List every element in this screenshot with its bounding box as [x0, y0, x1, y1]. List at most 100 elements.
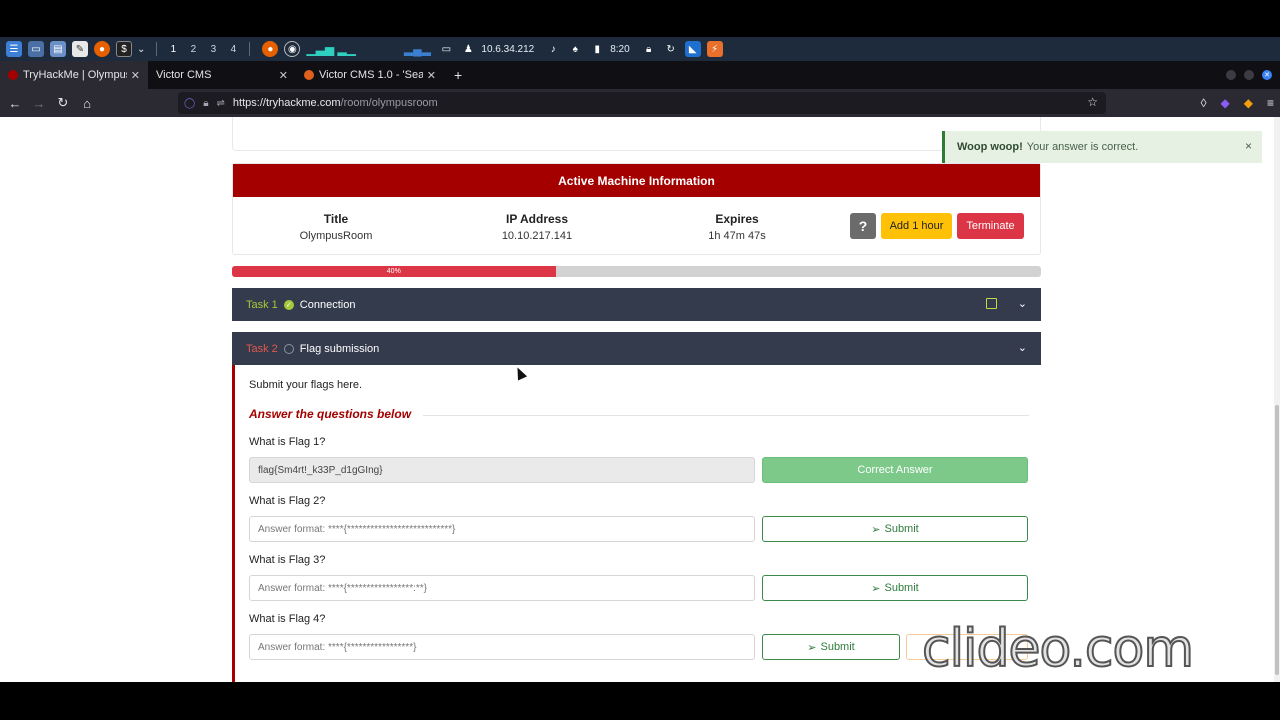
machine-title-value: OlympusRoom: [299, 230, 373, 242]
padlock-icon[interactable]: 🔒︎: [203, 98, 208, 109]
bookmark-star-icon[interactable]: ☆: [1087, 95, 1098, 109]
window-controls: ✕: [1222, 61, 1280, 89]
maximize-icon[interactable]: [1244, 70, 1254, 80]
close-icon[interactable]: ✕: [279, 69, 288, 82]
text-editor-icon[interactable]: ✎: [72, 41, 88, 57]
screen: ☰ ▭ ▤ ✎ ● $ ⌄ 1 2 3 4 ● ◉ ▁▃▅ ▂▁ ▂▄▂ ▭ ♟…: [0, 0, 1280, 720]
chevron-down-icon[interactable]: ⌄: [1018, 341, 1027, 354]
paper-plane-icon: ➢: [871, 582, 881, 595]
browser-nav-bar: ← → ↻ ⌂ ◯ 🔒︎ ⇌ https://tryhackme.com/roo…: [0, 89, 1280, 117]
help-button[interactable]: ?: [850, 213, 876, 239]
url-bar[interactable]: ◯ 🔒︎ ⇌ https://tryhackme.com/room/olympu…: [178, 92, 1106, 114]
vscode-icon[interactable]: ◣: [684, 41, 701, 57]
burp-suite-icon[interactable]: ⚡︎: [706, 41, 723, 57]
window-close-icon[interactable]: ✕: [1262, 70, 1272, 80]
kali-menu-icon[interactable]: ☰: [6, 41, 22, 57]
firefox-window-icon[interactable]: ●: [262, 41, 279, 57]
os-taskbar: ☰ ▭ ▤ ✎ ● $ ⌄ 1 2 3 4 ● ◉ ▁▃▅ ▂▁ ▂▄▂ ▭ ♟…: [0, 37, 1280, 61]
vpn-ip: 10.6.34.212: [481, 43, 535, 55]
toolbar-extensions: ◊ ◆ ◆ ≡: [1187, 89, 1274, 117]
chevron-down-icon[interactable]: ⌄: [1018, 297, 1027, 310]
question-label: What is Flag 1?: [249, 436, 326, 448]
forward-arrow-icon[interactable]: →: [27, 96, 51, 111]
firefox-icon[interactable]: ●: [94, 41, 110, 57]
notification-bell-icon[interactable]: ♠: [567, 41, 583, 57]
clock: 8:20: [610, 43, 630, 55]
task-description: Submit your flags here.: [249, 379, 363, 391]
workspace-2[interactable]: 2: [183, 44, 203, 55]
home-icon[interactable]: ⌂: [75, 96, 99, 111]
tracking-protection-icon[interactable]: ◯: [184, 98, 195, 109]
foxyproxy-icon[interactable]: ◆: [1244, 96, 1253, 110]
workspace-4[interactable]: 4: [223, 44, 243, 55]
lock-icon[interactable]: 🔒︎: [641, 41, 657, 57]
hamburger-menu-icon[interactable]: ≡: [1267, 96, 1274, 110]
machine-expires: Expires 1h 47m 47s: [657, 212, 817, 242]
minimize-icon[interactable]: [1226, 70, 1236, 80]
monitor-icon[interactable]: ▭: [438, 41, 454, 57]
terminate-button[interactable]: Terminate: [957, 213, 1024, 239]
desktop-icon[interactable]: ▭: [28, 41, 44, 57]
submit-flag-4-button[interactable]: ➢ Submit: [762, 634, 900, 660]
screen-recorder-icon[interactable]: ◉: [284, 41, 301, 57]
correct-answer-button[interactable]: Correct Answer: [762, 457, 1028, 483]
pocket-icon[interactable]: ◊: [1201, 96, 1207, 110]
task-files-icon[interactable]: [986, 298, 997, 309]
submit-label: Submit: [884, 523, 919, 535]
room-progress-bar: 40%: [232, 266, 1041, 277]
machine-ip-label: IP Address: [505, 212, 569, 226]
submit-flag-2-button[interactable]: ➢ Submit: [762, 516, 1028, 542]
tab-exploit-db[interactable]: Victor CMS 1.0 - 'Search' S ✕: [296, 61, 444, 89]
battery-icon: ▮: [594, 43, 600, 55]
toast-close-icon[interactable]: ×: [1245, 139, 1252, 153]
url-path: /room/olympusroom: [340, 97, 438, 109]
clideo-watermark: clideo.com: [921, 618, 1195, 680]
paper-plane-icon: ➢: [871, 523, 881, 536]
close-icon[interactable]: ✕: [427, 69, 436, 82]
back-arrow-icon[interactable]: ←: [3, 96, 27, 111]
workspace-3[interactable]: 3: [203, 44, 223, 55]
flag-3-input[interactable]: Answer format: ****{*****************:**…: [249, 575, 755, 601]
reload-icon[interactable]: ↻: [51, 95, 75, 111]
page-scrollbar[interactable]: [1274, 117, 1280, 682]
tab-tryhackme[interactable]: TryHackMe | Olympus ✕: [0, 61, 148, 89]
add-hour-button[interactable]: Add 1 hour: [881, 213, 952, 239]
task-1-header[interactable]: Task 1 ✓ Connection ⌄: [232, 288, 1041, 321]
check-circle-icon: ✓: [283, 299, 294, 310]
task-name: Flag submission: [299, 342, 380, 355]
question-label: What is Flag 3?: [249, 554, 326, 566]
flag-4-input[interactable]: Answer format: ****{*****************}: [249, 634, 755, 660]
url-host: https://tryhackme.com: [232, 97, 341, 109]
tab-victor-cms[interactable]: Victor CMS ✕: [148, 61, 296, 89]
submit-flag-3-button[interactable]: ➢ Submit: [762, 575, 1028, 601]
web-page: Active Machine Information Title Olympus…: [0, 117, 1280, 682]
question-label: What is Flag 4?: [249, 613, 326, 625]
toast-strong: Woop woop!: [957, 141, 1023, 153]
active-machine-panel: Active Machine Information Title Olympus…: [232, 163, 1041, 255]
flag-2-input[interactable]: Answer format: ****{********************…: [249, 516, 755, 542]
tab-label: Victor CMS: [156, 69, 212, 81]
refresh-icon[interactable]: ↻: [663, 41, 679, 57]
workspace-1[interactable]: 1: [163, 44, 183, 55]
browser-tab-bar: TryHackMe | Olympus ✕ Victor CMS ✕ Victo…: [0, 61, 1280, 89]
tab-label: Victor CMS 1.0 - 'Search' S: [319, 69, 423, 81]
file-manager-icon[interactable]: ▤: [50, 41, 66, 57]
machine-ip: IP Address 10.10.217.141: [457, 212, 617, 242]
scrollbar-thumb[interactable]: [1275, 405, 1279, 675]
machine-header: Active Machine Information: [233, 164, 1040, 197]
permissions-icon[interactable]: ⇌: [217, 98, 225, 109]
progress-fill: 40%: [232, 266, 556, 277]
task-2-header[interactable]: Task 2 Flag submission ⌄: [232, 332, 1041, 365]
separator: [156, 42, 158, 56]
new-tab-plus-icon[interactable]: +: [444, 61, 472, 89]
chevron-down-icon[interactable]: ⌄: [137, 44, 145, 55]
extension-icon[interactable]: ◆: [1221, 96, 1230, 110]
machine-ip-value: 10.10.217.141: [501, 230, 573, 242]
volume-icon[interactable]: ♪: [545, 41, 561, 57]
close-icon[interactable]: ✕: [131, 69, 140, 82]
flag-1-input[interactable]: flag{Sm4rt!_k33P_d1gGIng}: [249, 457, 755, 483]
terminal-icon[interactable]: $: [116, 41, 132, 57]
separator: [249, 42, 251, 56]
machine-title-label: Title: [323, 212, 349, 226]
machine-title: Title OlympusRoom: [256, 212, 416, 242]
